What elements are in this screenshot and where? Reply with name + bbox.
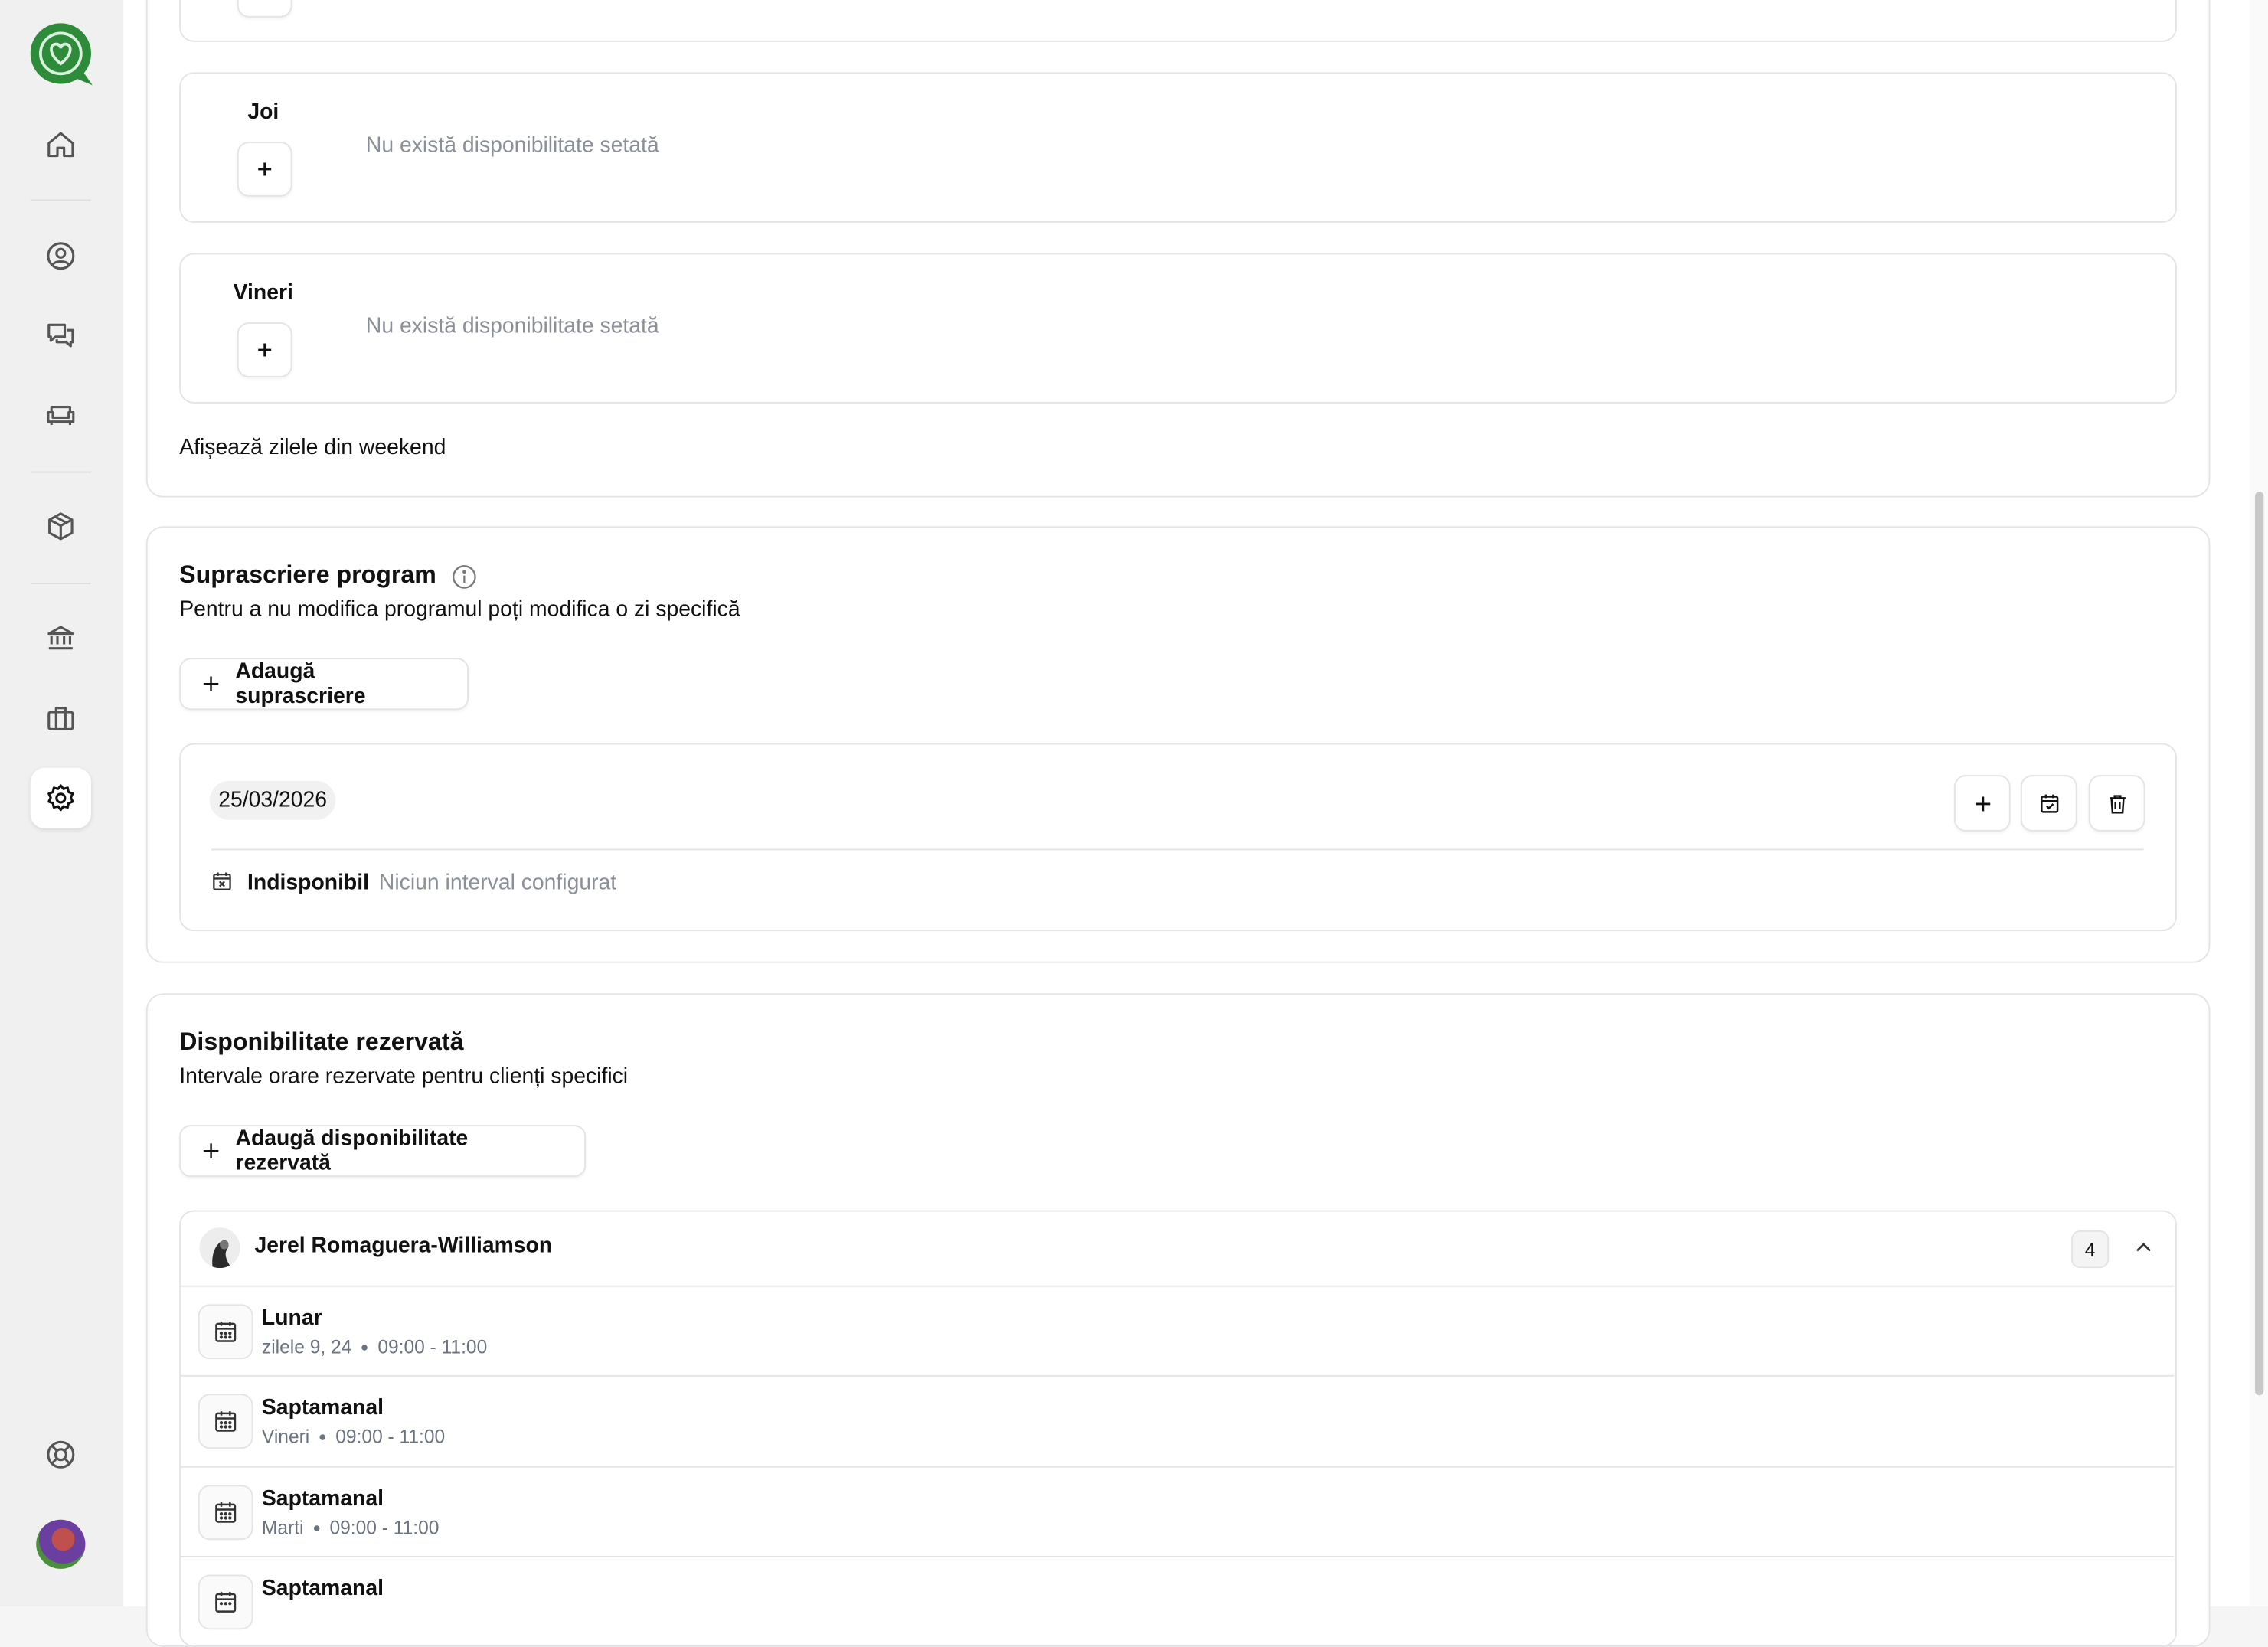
calendar-icon bbox=[198, 1394, 253, 1449]
nav-settings[interactable] bbox=[30, 767, 92, 829]
add-interval-button[interactable] bbox=[237, 0, 292, 18]
add-override-label: Adaugă suprascriere bbox=[235, 659, 366, 709]
override-title: Suprascriere program bbox=[179, 560, 436, 589]
override-subtitle: Pentru a nu modifica programul poți modi… bbox=[179, 596, 740, 623]
entry-details: zilele 9, 24 09:00 - 11:00 bbox=[261, 1335, 488, 1358]
add-reserved-button[interactable]: Adaugă disponibilitate rezervată bbox=[179, 1125, 587, 1178]
entry-type: Saptamanal bbox=[261, 1576, 384, 1601]
empty-availability-text: Nu există disponibilitate setată bbox=[365, 132, 659, 158]
plus-icon bbox=[258, 343, 272, 357]
scrollbar-thumb[interactable] bbox=[2254, 492, 2264, 1396]
add-override-button[interactable]: Adaugă suprascriere bbox=[179, 658, 469, 711]
entry-details: Vineri 09:00 - 11:00 bbox=[261, 1425, 446, 1448]
day-label: Joi bbox=[247, 100, 279, 125]
trash-icon bbox=[2109, 794, 2125, 813]
override-status: Indisponibil bbox=[247, 870, 369, 895]
override-item bbox=[179, 743, 2177, 932]
client-name[interactable]: Jerel Romaguera-Williamson bbox=[254, 1234, 552, 1258]
delete-override-button[interactable] bbox=[2088, 775, 2145, 832]
plus-icon bbox=[258, 162, 272, 176]
add-interval-button[interactable] bbox=[237, 322, 292, 377]
client-avatar bbox=[199, 1227, 240, 1269]
nav-business[interactable] bbox=[31, 688, 91, 749]
package-icon bbox=[48, 512, 74, 541]
calendar-x-icon bbox=[211, 871, 234, 894]
entry-details: Marti 09:00 - 11:00 bbox=[261, 1516, 440, 1539]
sofa-icon bbox=[47, 406, 75, 425]
home-icon bbox=[47, 132, 74, 158]
nav-home[interactable] bbox=[31, 114, 91, 175]
nav-packages[interactable] bbox=[31, 496, 91, 557]
day-label: Vineri bbox=[233, 280, 293, 306]
divider bbox=[211, 848, 2144, 851]
plus-icon bbox=[203, 1143, 219, 1158]
day-card-previous bbox=[179, 0, 2177, 42]
show-weekend-toggle[interactable]: Afișează zilele din weekend bbox=[179, 435, 446, 459]
app-logo[interactable] bbox=[30, 23, 94, 87]
chat-icon bbox=[47, 323, 74, 348]
add-interval-button[interactable] bbox=[237, 142, 292, 197]
info-icon[interactable] bbox=[451, 564, 477, 590]
override-date: 25/03/2026 bbox=[209, 780, 336, 820]
reserved-subtitle: Intervale orare rezervate pentru clienți… bbox=[179, 1064, 629, 1089]
reserved-title: Disponibilitate rezervată bbox=[179, 1028, 464, 1056]
nav-finance[interactable] bbox=[31, 607, 91, 668]
add-override-interval-button[interactable] bbox=[1954, 775, 2011, 832]
entry-type: Saptamanal bbox=[261, 1395, 384, 1420]
empty-availability-text: Nu există disponibilitate setată bbox=[365, 313, 659, 338]
reserved-entry[interactable]: Saptamanal Vineri 09:00 - 11:00 bbox=[181, 1374, 2175, 1466]
plus-icon bbox=[203, 676, 219, 691]
calendar-icon bbox=[198, 1574, 253, 1630]
reserved-entry[interactable]: Lunar zilele 9, 24 09:00 - 11:00 bbox=[181, 1285, 2175, 1377]
sidebar bbox=[0, 0, 125, 1607]
user-circle-icon bbox=[47, 242, 75, 270]
entries-count-badge: 4 bbox=[2071, 1230, 2110, 1269]
plus-icon bbox=[1975, 796, 1990, 811]
nav-rooms[interactable] bbox=[31, 384, 91, 445]
calendar-icon bbox=[198, 1485, 253, 1541]
reserved-entry[interactable]: Saptamanal Marti 09:00 - 11:00 bbox=[181, 1466, 2175, 1557]
entry-type: Lunar bbox=[261, 1306, 322, 1331]
add-reserved-label: Adaugă disponibilitate rezervată bbox=[235, 1126, 469, 1176]
nav-messages[interactable] bbox=[31, 305, 91, 365]
nav-support[interactable] bbox=[31, 1424, 91, 1485]
override-status-detail: Niciun interval configurat bbox=[378, 870, 617, 895]
chevron-up-icon[interactable] bbox=[2132, 1237, 2155, 1260]
bank-icon bbox=[47, 626, 74, 650]
mark-unavailable-button[interactable] bbox=[2020, 775, 2077, 832]
entry-type: Saptamanal bbox=[261, 1486, 384, 1511]
support-icon bbox=[47, 1440, 75, 1469]
plus-icon bbox=[253, 0, 276, 2]
briefcase-icon bbox=[47, 707, 74, 730]
user-avatar[interactable] bbox=[36, 1519, 86, 1569]
settings-icon bbox=[47, 784, 74, 812]
nav-clients[interactable] bbox=[31, 226, 91, 286]
calendar-icon bbox=[198, 1304, 253, 1360]
calendar-check-icon bbox=[2040, 793, 2058, 812]
